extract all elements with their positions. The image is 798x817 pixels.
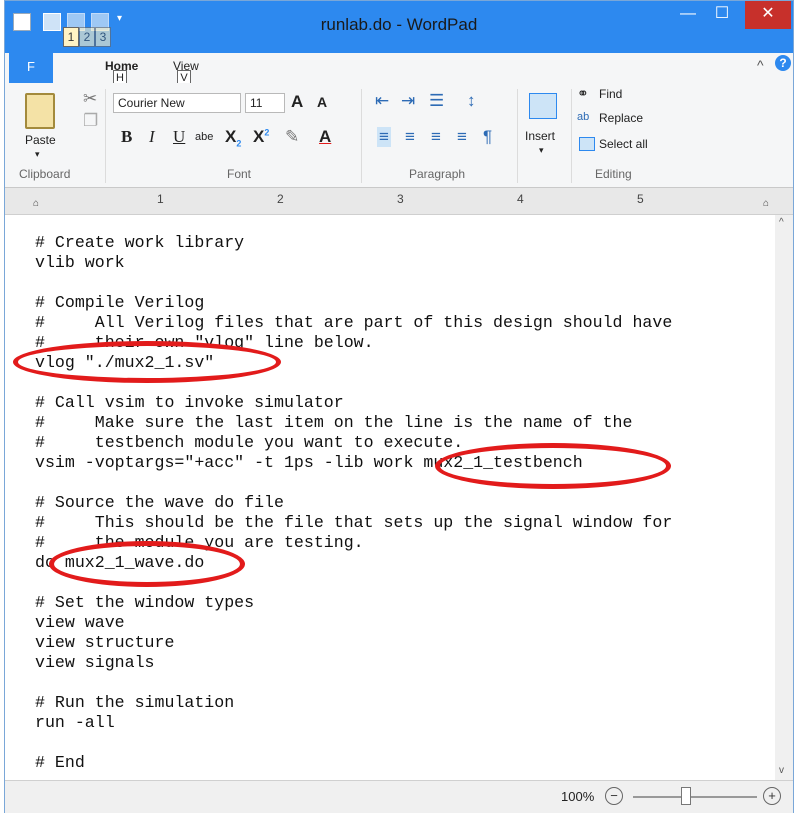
insert-picture-icon[interactable] [529, 93, 557, 119]
zoom-level: 100% [561, 789, 595, 804]
select-all-button[interactable]: Select all [599, 137, 648, 151]
paste-dropdown-icon[interactable]: ▾ [35, 149, 40, 160]
strikethrough-button[interactable]: abe [195, 131, 213, 143]
shrink-font-button[interactable]: A [317, 94, 327, 110]
justify-icon[interactable]: ≡ [457, 127, 467, 147]
replace-button[interactable]: Replace [599, 111, 643, 125]
ruler-number: 2 [277, 192, 284, 206]
select-all-icon [579, 137, 595, 151]
ruler-number: 5 [637, 192, 644, 206]
ruler-number: 4 [517, 192, 524, 206]
ribbon-home: Paste ▾ ✂ ❐ Clipboard Courier New 11 A A… [5, 83, 793, 188]
superscript-button[interactable]: X2 [253, 127, 269, 147]
bullet-list-icon[interactable]: ☰ [429, 91, 444, 111]
ribbon-tab-bar: F Home H View V ^ ? [5, 53, 793, 86]
help-icon[interactable]: ? [775, 55, 791, 71]
document-area[interactable]: # Create work library vlib work # Compil… [5, 215, 775, 780]
minimize-ribbon-icon[interactable]: ^ [757, 57, 764, 73]
zoom-slider-track[interactable] [633, 796, 757, 798]
separator [571, 89, 572, 183]
align-left-icon[interactable]: ≡ [377, 127, 391, 147]
highlight-oval [13, 341, 281, 383]
font-size-select[interactable]: 11 [245, 93, 285, 113]
vertical-scrollbar[interactable]: ^ v [775, 215, 793, 780]
clipboard-group-label: Clipboard [19, 167, 71, 181]
separator [105, 89, 106, 183]
status-bar: 100% − + [5, 780, 793, 813]
underline-button[interactable]: U [173, 127, 185, 147]
decrease-indent-icon[interactable]: ⇤ [375, 91, 389, 111]
font-family-select[interactable]: Courier New [113, 93, 241, 113]
editing-group-label: Editing [595, 167, 632, 181]
subscript-button[interactable]: X2 [225, 127, 241, 148]
align-right-icon[interactable]: ≡ [431, 127, 441, 147]
ruler-number: 1 [157, 192, 164, 206]
font-color-button[interactable]: A [319, 127, 331, 147]
highlight-pen-icon[interactable]: ✎ [285, 127, 299, 147]
find-button[interactable]: Find [599, 87, 622, 101]
maximize-button[interactable]: ☐ [705, 1, 739, 29]
paragraph-group-label: Paragraph [409, 167, 466, 181]
close-button[interactable]: ✕ [745, 1, 791, 29]
insert-dropdown-icon[interactable]: ▾ [539, 145, 544, 156]
ruler-number: 3 [397, 192, 404, 206]
right-indent-marker[interactable]: ⌂ [763, 198, 769, 209]
line-spacing-icon[interactable]: ↕ [467, 91, 476, 111]
italic-button[interactable]: I [149, 127, 155, 147]
file-tab[interactable]: F [9, 53, 53, 83]
minimize-button[interactable]: — [671, 1, 705, 29]
copy-icon[interactable]: ❐ [83, 111, 98, 131]
paste-icon[interactable] [25, 93, 55, 129]
separator [517, 89, 518, 183]
cut-icon[interactable]: ✂ [83, 89, 97, 109]
font-group-label: Font [227, 167, 252, 181]
subscript-label: X [225, 127, 237, 146]
superscript-mark: 2 [264, 127, 270, 138]
insert-button[interactable]: Insert [525, 129, 555, 143]
scroll-down-icon[interactable]: v [779, 765, 784, 776]
scroll-up-icon[interactable]: ^ [779, 217, 784, 228]
zoom-in-button[interactable]: + [763, 787, 781, 805]
bold-button[interactable]: B [121, 127, 132, 147]
zoom-out-button[interactable]: − [605, 787, 623, 805]
paste-button[interactable]: Paste [25, 133, 56, 147]
binoculars-icon: ⚭ [577, 85, 589, 101]
document-text[interactable]: # Create work library vlib work # Compil… [35, 233, 672, 773]
ruler[interactable]: ⌂ 1 2 3 4 5 ⌂ [5, 188, 793, 215]
superscript-label: X [253, 127, 265, 146]
left-indent-marker[interactable]: ⌂ [33, 198, 39, 209]
subscript-mark: 2 [236, 138, 242, 149]
separator [361, 89, 362, 183]
highlight-oval [435, 443, 671, 489]
highlight-oval [49, 541, 245, 587]
title-bar[interactable]: ▾ 1 2 3 runlab.do - WordPad — ☐ ✕ [5, 1, 793, 53]
align-center-icon[interactable]: ≡ [405, 127, 415, 147]
grow-font-button[interactable]: A [291, 92, 303, 112]
paragraph-dialog-icon[interactable]: ¶ [483, 127, 492, 147]
zoom-slider-thumb[interactable] [681, 787, 691, 805]
increase-indent-icon[interactable]: ⇥ [401, 91, 415, 111]
wordpad-window: ▾ 1 2 3 runlab.do - WordPad — ☐ ✕ F Home… [4, 0, 794, 813]
replace-icon: ab [577, 111, 590, 123]
